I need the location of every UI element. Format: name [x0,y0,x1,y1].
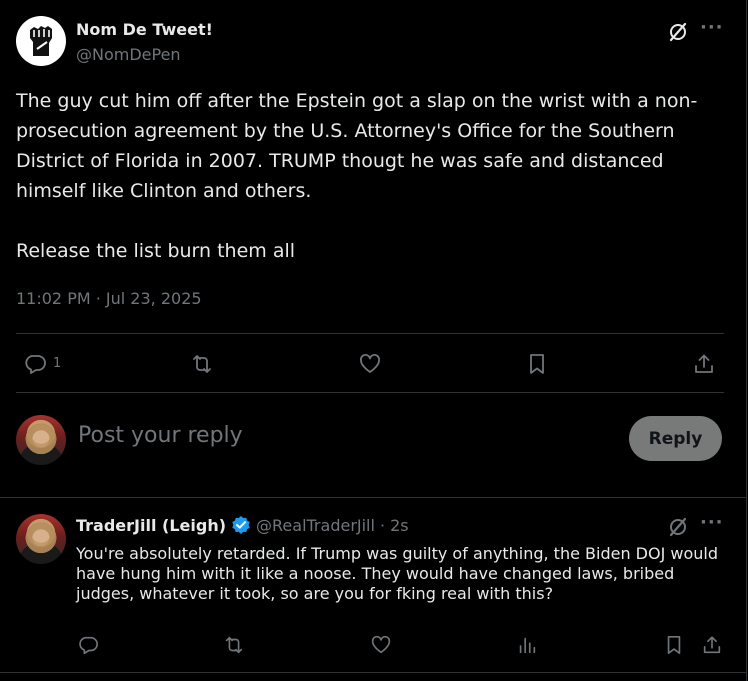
bookmark-icon[interactable] [524,351,550,377]
raised-fist-icon [30,26,52,56]
reply-time[interactable]: · 2s [380,516,409,535]
reply-reply-icon[interactable] [76,633,100,657]
divider [0,497,746,498]
conversation-view: Nom De Tweet! @NomDePen ··· The guy cut … [0,0,747,681]
current-user-avatar[interactable] [16,415,66,465]
share-icon[interactable] [691,351,717,377]
author-name[interactable]: Nom De Tweet! [76,20,213,39]
repost-icon[interactable] [189,351,215,377]
reply-repost-icon[interactable] [221,633,247,657]
divider [0,672,746,673]
tweet-timestamp[interactable]: 11:02 PM · Jul 23, 2025 [16,289,202,308]
divider [16,333,724,334]
views-icon[interactable] [515,633,539,657]
reply-header: TraderJill (Leigh) @RealTraderJill · 2s [76,515,409,535]
grok-icon[interactable] [666,20,690,44]
verified-badge-icon [231,515,251,535]
author-handle[interactable]: @NomDePen [76,45,181,64]
reply-like-icon[interactable] [369,633,393,657]
reply-count: 1 [53,356,62,371]
reply-more-options-icon[interactable]: ··· [700,512,724,533]
reply-grok-icon[interactable] [666,515,690,539]
tweet-text: The guy cut him off after the Epstein go… [16,90,698,262]
divider [16,392,724,393]
author-avatar[interactable] [16,16,66,66]
reply-button[interactable]: Reply [629,416,722,461]
reply-icon[interactable] [22,351,48,377]
reply-text: You're absolutely retarded. If Trump was… [76,544,719,603]
reply-author-avatar[interactable] [16,514,66,564]
reply-author-handle[interactable]: @RealTraderJill [256,516,375,535]
reply-author-name[interactable]: TraderJill (Leigh) [76,516,226,535]
reply-bookmark-icon[interactable] [662,633,686,657]
like-icon[interactable] [357,351,383,377]
reply-share-icon[interactable] [700,633,724,657]
more-options-icon[interactable]: ··· [700,17,724,38]
reply-composer-input[interactable]: Post your reply [78,423,243,448]
